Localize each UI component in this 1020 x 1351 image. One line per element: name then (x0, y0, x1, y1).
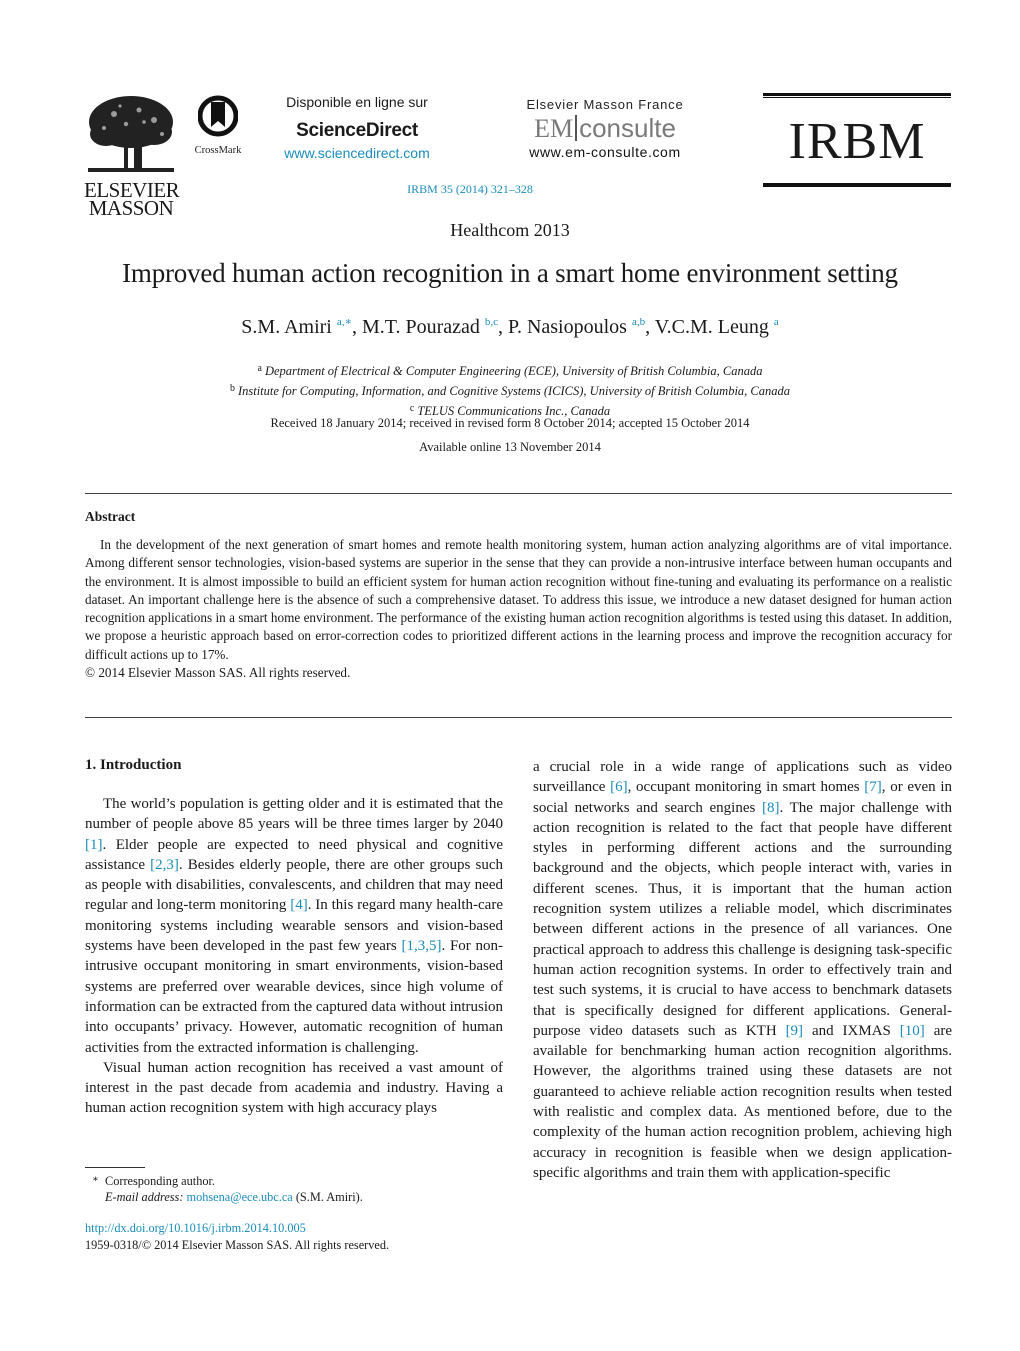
citation-link[interactable]: [1,3,5] (401, 938, 441, 954)
citation-link[interactable]: [7] (864, 779, 882, 795)
email-label: E-mail address: (105, 1190, 184, 1204)
introduction-paragraph-1: The world’s population is getting older … (85, 796, 503, 1056)
affiliation-mark: b (229, 383, 235, 394)
crossmark-badge[interactable]: CrossMark (188, 94, 248, 156)
consulte-logo-text: consulte (579, 113, 676, 143)
footnotes: ∗ Corresponding author. E-mail address: m… (85, 1172, 505, 1205)
logo-divider (575, 115, 578, 141)
em-publisher-label: Elsevier Masson France (526, 97, 684, 112)
abstract-text: In the development of the next generatio… (85, 536, 952, 664)
author[interactable]: M.T. Pourazad b,c (362, 316, 498, 338)
affiliation-list: a Department of Electrical & Computer Eng… (0, 360, 1020, 420)
article-history: Received 18 January 2014; received in re… (270, 416, 750, 430)
logo-line-2: MASSON (88, 196, 174, 220)
paper-title: Improved human action recognition in a s… (122, 258, 898, 288)
corresponding-author-label: Corresponding author. (105, 1174, 215, 1188)
author-name: P. Nasiopoulos (508, 316, 627, 338)
author-name: V.C.M. Leung (654, 316, 769, 338)
email-owner: (S.M. Amiri). (292, 1190, 363, 1204)
doi-block: http://dx.doi.org/10.1016/j.irbm.2014.10… (85, 1220, 389, 1254)
abstract-body: In the development of the next generatio… (85, 536, 952, 682)
em-consulte-block: Elsevier Masson France EM consulte www.em… (505, 97, 705, 160)
sciencedirect-logo[interactable]: ScienceDirect (262, 120, 452, 142)
logo-rule-bottom (763, 183, 951, 187)
author-list: S.M. Amiri a,∗, M.T. Pourazad b,c, P. Na… (241, 316, 779, 338)
crossmark-icon (197, 95, 239, 137)
available-online-date: Available online 13 November 2014 (419, 440, 601, 454)
abstract-paragraph: In the development of the next generatio… (85, 537, 952, 662)
citation-link[interactable]: [2,3] (150, 857, 179, 873)
citation-link[interactable]: [6] (610, 779, 628, 795)
citation-link[interactable]: [4] (290, 897, 308, 913)
crossmark-label: CrossMark (194, 145, 242, 156)
elsevier-masson-logo[interactable]: ELSEVIER MASSON (84, 92, 180, 220)
citation-link[interactable]: [9] (786, 1023, 804, 1039)
em-consulte-logo[interactable]: EM consulte (505, 115, 705, 142)
journal-logo[interactable]: IRBM (763, 93, 951, 193)
corresponding-author-note: ∗ Corresponding author. (85, 1172, 505, 1189)
section-label: Healthcom 2013 (450, 220, 570, 240)
elsevier-wordmark: ELSEVIER MASSON (84, 180, 180, 220)
sciencedirect-block: Disponible en ligne sur ScienceDirect ww… (262, 94, 452, 161)
em-consulte-link[interactable]: www.em-consulte.com (505, 144, 705, 160)
doi-link[interactable]: http://dx.doi.org/10.1016/j.irbm.2014.10… (85, 1220, 389, 1237)
author-name: S.M. Amiri (241, 316, 332, 338)
affiliation-mark: c (409, 403, 415, 414)
email-link[interactable]: mohsena@ece.ubc.ca (187, 1190, 293, 1204)
available-online-label: Disponible en ligne sur (286, 94, 428, 110)
logo-rule-top (763, 93, 951, 98)
journal-citation-link[interactable]: IRBM 35 (2014) 321–328 (380, 182, 560, 197)
journal-logo-text: IRBM (788, 113, 926, 170)
issn-copyright: 1959-0318/© 2014 Elsevier Masson SAS. Al… (85, 1238, 390, 1252)
author[interactable]: P. Nasiopoulos a,b (508, 316, 645, 338)
right-column: a crucial role in a wide range of applic… (533, 757, 952, 1183)
introduction-paragraph-2: Visual human action recognition has rece… (85, 1059, 503, 1117)
author-name: M.T. Pourazad (361, 316, 480, 338)
author-affiliation-marks[interactable]: b,c (485, 316, 498, 328)
introduction-heading: 1. Introduction (85, 757, 182, 773)
elsevier-tree-icon (88, 96, 174, 172)
affiliation: a Department of Electrical & Computer Eng… (0, 360, 1020, 380)
affiliation-mark: a (257, 363, 262, 374)
footnote-mark: ∗ (92, 1174, 99, 1185)
introduction-paragraph-continued: a crucial role in a wide range of applic… (533, 759, 953, 1181)
divider-bottom (85, 717, 952, 718)
citation-link[interactable]: [10] (900, 1023, 925, 1039)
author[interactable]: V.C.M. Leung a (655, 316, 779, 338)
author-affiliation-marks[interactable]: a,b (632, 316, 645, 328)
em-logo-text: EM (534, 114, 574, 143)
affiliation: b Institute for Computing, Information, a… (0, 380, 1020, 400)
affiliation-text: Department of Electrical & Computer Engi… (264, 364, 763, 378)
author[interactable]: S.M. Amiri a,∗ (241, 316, 352, 338)
email-note: E-mail address: mohsena@ece.ubc.ca (S.M.… (85, 1189, 505, 1205)
abstract-heading: Abstract (85, 509, 136, 524)
affiliation-text: Institute for Computing, Information, an… (237, 384, 791, 398)
author-affiliation-marks[interactable]: a (774, 316, 779, 328)
abstract-copyright: © 2014 Elsevier Masson SAS. All rights r… (85, 665, 351, 681)
sciencedirect-link[interactable]: www.sciencedirect.com (262, 145, 452, 161)
citation-link[interactable]: [1] (85, 837, 103, 853)
footnote-divider (85, 1167, 145, 1168)
divider-top (85, 493, 952, 494)
citation-link[interactable]: [8] (762, 800, 780, 816)
left-column: 1. Introduction The world’s population i… (85, 757, 503, 1119)
author-affiliation-marks[interactable]: a,∗ (337, 316, 352, 328)
